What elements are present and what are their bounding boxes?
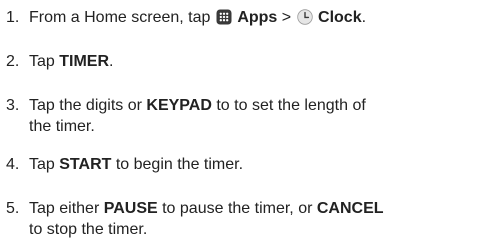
instruction-list: 1. From a Home screen, tap Apps > Clock.…: [0, 0, 503, 240]
step-text-prefix: Tap: [29, 53, 55, 70]
step-text: Tap START to begin the timer.: [29, 154, 501, 175]
clock-label: Clock: [318, 9, 362, 26]
apps-label: Apps: [237, 9, 278, 26]
step-number: 5.: [6, 200, 20, 217]
step-number: 1.: [6, 9, 20, 26]
step-text: Tap TIMER.: [29, 51, 501, 72]
pause-label: PAUSE: [103, 200, 158, 217]
clock-icon: [296, 9, 313, 25]
path-separator: >: [281, 9, 292, 26]
start-label: START: [59, 156, 112, 173]
step-text-line2: the timer.: [29, 118, 95, 135]
step-text: From a Home screen, tap Apps > Clock.: [29, 7, 501, 28]
step-number: 4.: [6, 156, 20, 173]
step-text-prefix: Tap the digits or: [29, 97, 142, 114]
cancel-label: CANCEL: [316, 200, 384, 217]
apps-grid-icon: [216, 9, 232, 25]
timer-label: TIMER: [59, 53, 110, 70]
step-number: 2.: [6, 53, 20, 70]
step-text-suffix: .: [109, 53, 114, 70]
step-text-suffix: .: [361, 9, 367, 26]
step-text-rest: to to set the length of: [216, 97, 366, 114]
step-number: 3.: [6, 97, 20, 114]
step-text-line2: to stop the timer.: [29, 221, 148, 238]
step-text: Tap either PAUSE to pause the timer, or …: [29, 198, 501, 240]
step-text-prefix: Tap either: [29, 200, 100, 217]
step-text-middle: to pause the timer, or: [162, 200, 313, 217]
step-text: Tap the digits or KEYPAD to to set the l…: [29, 95, 501, 137]
step-text-suffix: to begin the timer.: [115, 156, 244, 173]
step-text-prefix: Tap: [29, 156, 55, 173]
keypad-label: KEYPAD: [146, 97, 212, 114]
step-text-prefix: From a Home screen, tap: [29, 9, 211, 26]
